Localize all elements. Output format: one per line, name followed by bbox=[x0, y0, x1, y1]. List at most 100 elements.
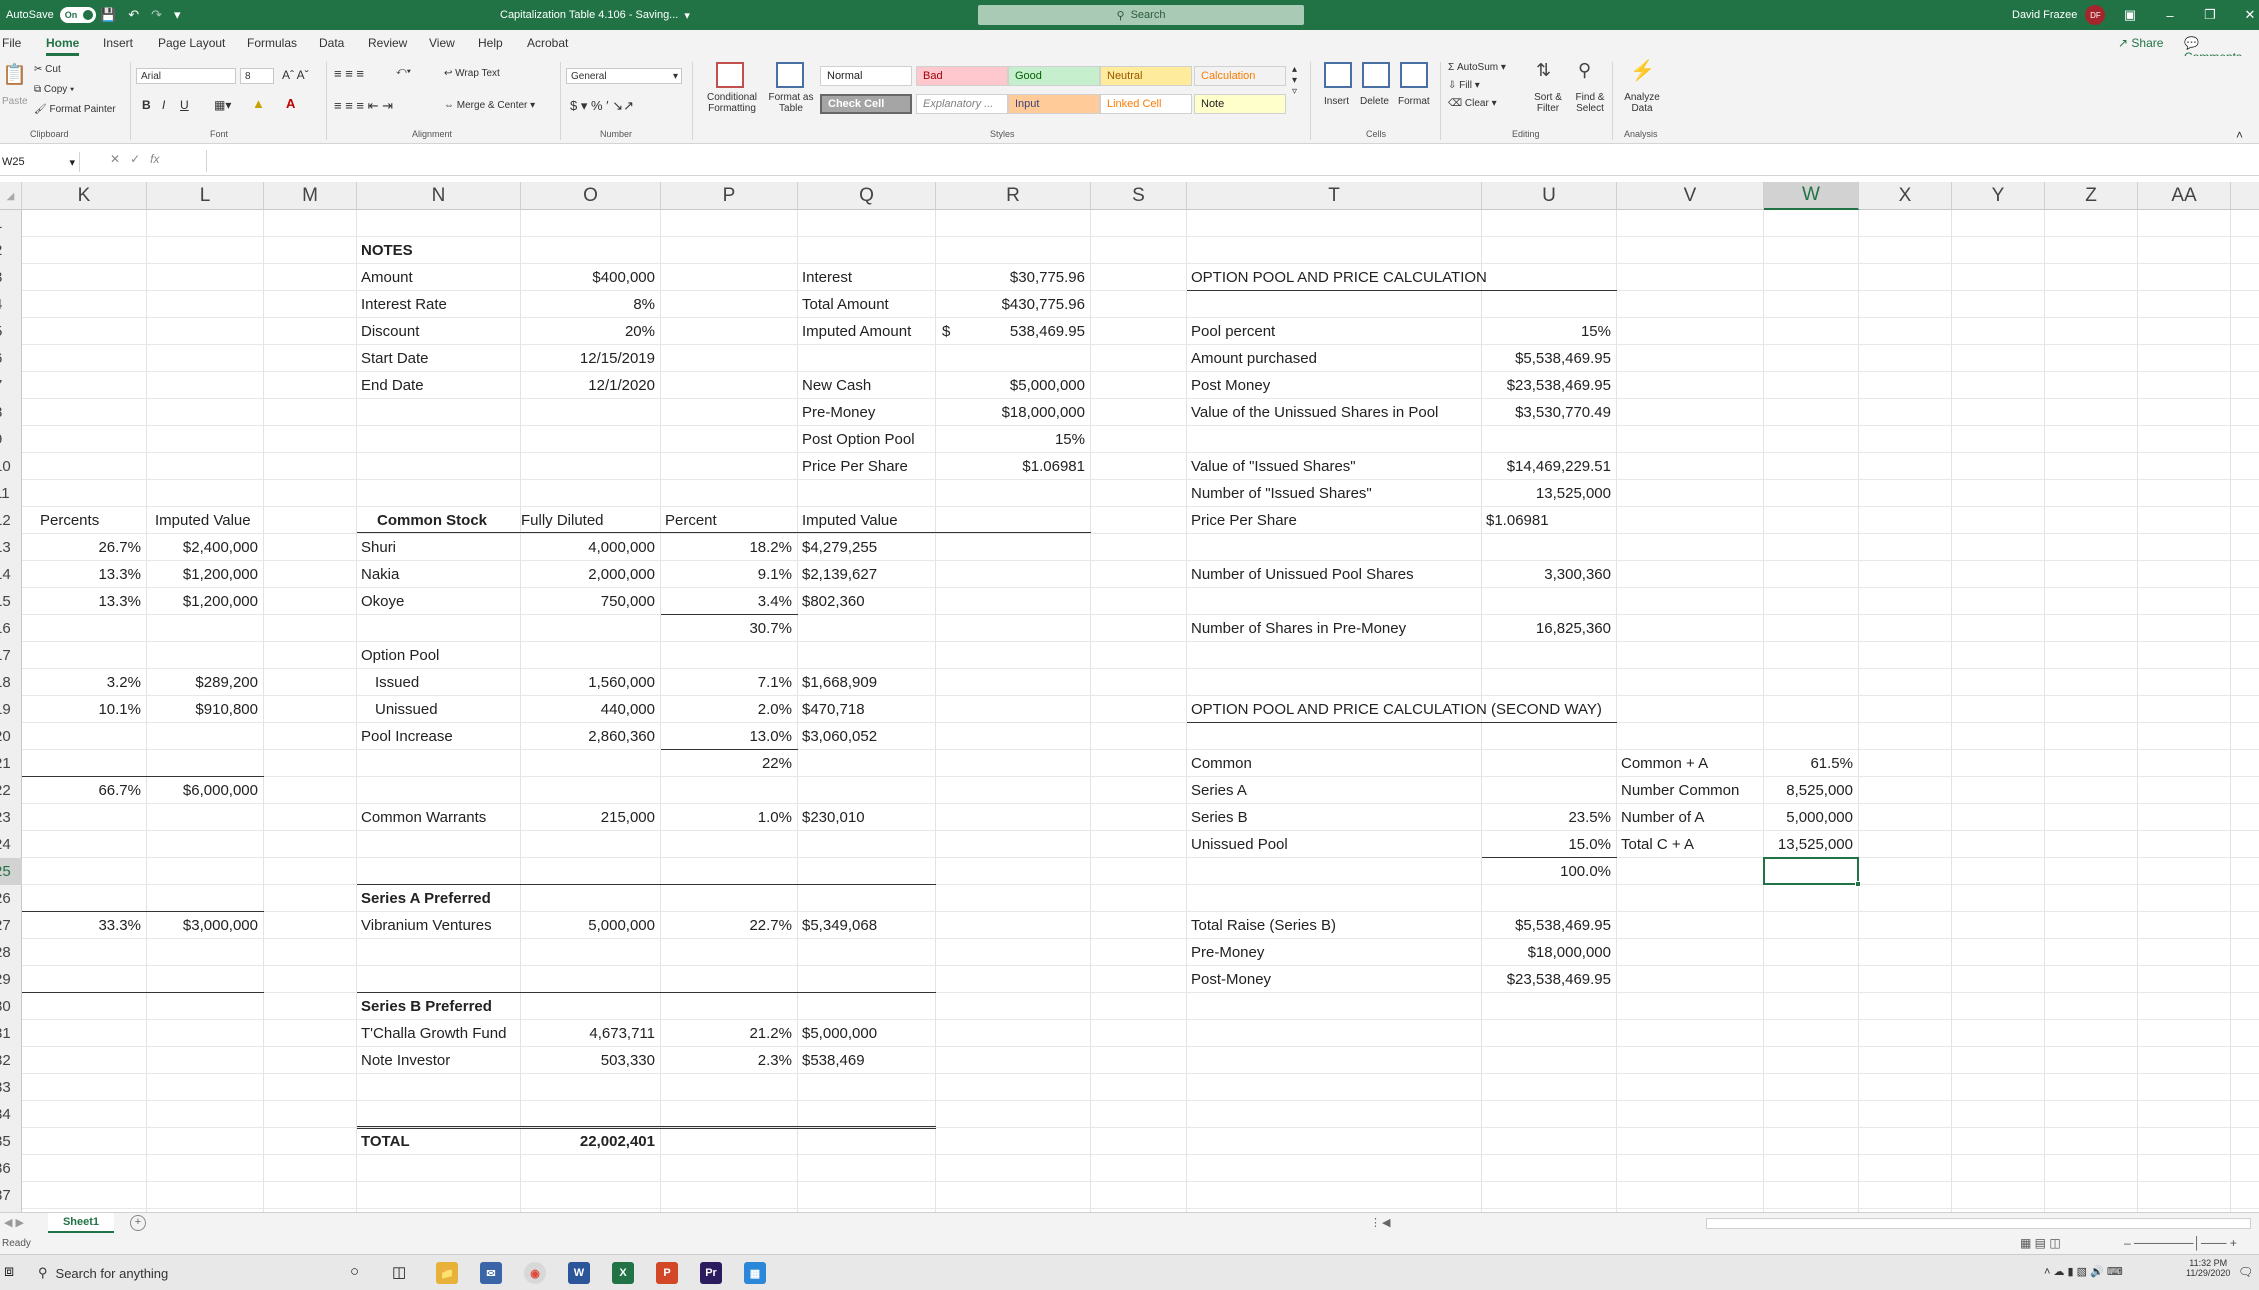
row-header-10[interactable]: 10 bbox=[0, 453, 22, 480]
cell-q12[interactable]: Imputed Value bbox=[802, 507, 898, 534]
cell-n35[interactable]: TOTAL bbox=[361, 1128, 410, 1155]
cell-r7[interactable]: $5,000,000 bbox=[936, 372, 1085, 399]
row-header-14[interactable]: 14 bbox=[0, 561, 22, 588]
cell-n15[interactable]: Okoye bbox=[361, 588, 404, 615]
cell-o7[interactable]: 12/1/2020 bbox=[521, 372, 655, 399]
sort-filter-button[interactable]: Sort & Filter bbox=[1528, 92, 1568, 114]
row-header-22[interactable]: 22 bbox=[0, 777, 22, 804]
format-painter-button[interactable]: 🖌 Format Painter bbox=[34, 104, 116, 115]
row-header-3[interactable]: 3 bbox=[0, 264, 22, 291]
cell-u6[interactable]: $5,538,469.95 bbox=[1482, 345, 1611, 372]
cell-v24[interactable]: Total C + A bbox=[1621, 831, 1694, 858]
cell-k18[interactable]: 3.2% bbox=[22, 669, 141, 696]
row-header-23[interactable]: 23 bbox=[0, 804, 22, 831]
cell-p18[interactable]: 7.1% bbox=[661, 669, 792, 696]
style-good[interactable]: Good bbox=[1008, 66, 1100, 86]
style-normal[interactable]: Normal bbox=[820, 66, 912, 86]
row-header-37[interactable]: 37 bbox=[0, 1182, 22, 1209]
cell-p27[interactable]: 22.7% bbox=[661, 912, 792, 939]
taskbar-search[interactable]: ⚲ Search for anything bbox=[38, 1261, 338, 1285]
cell-n23[interactable]: Common Warrants bbox=[361, 804, 486, 831]
cancel-formula-icon[interactable]: ✕ bbox=[110, 152, 120, 166]
row-header-4[interactable]: 4 bbox=[0, 291, 22, 318]
cell-p21[interactable]: 22% bbox=[661, 750, 792, 777]
cell-n3[interactable]: Amount bbox=[361, 264, 413, 291]
cell-n31[interactable]: T'Challa Growth Fund bbox=[361, 1020, 506, 1047]
fill-button[interactable]: ⇩ Fill ▾ bbox=[1448, 80, 1480, 91]
row-header-33[interactable]: 33 bbox=[0, 1074, 22, 1101]
cell-q27[interactable]: $5,349,068 bbox=[802, 912, 877, 939]
style-check-cell[interactable]: Check Cell bbox=[820, 94, 912, 114]
paste-icon[interactable]: 📋 bbox=[2, 62, 27, 87]
cell-q32[interactable]: $538,469 bbox=[802, 1047, 865, 1074]
cell-p19[interactable]: 2.0% bbox=[661, 696, 792, 723]
sort-filter-icon[interactable]: ⇅ bbox=[1536, 60, 1551, 81]
cortana-icon[interactable]: ○ bbox=[350, 1263, 359, 1280]
cell-l22[interactable]: $6,000,000 bbox=[147, 777, 258, 804]
system-tray-icons[interactable]: ˄ ☁ ▮ ▧ 🔊 ⌨ bbox=[2044, 1265, 2123, 1278]
column-header-t[interactable]: T bbox=[1187, 182, 1482, 210]
cell-k13[interactable]: 26.7% bbox=[22, 534, 141, 561]
row-header-7[interactable]: 7 bbox=[0, 372, 22, 399]
cell-p16[interactable]: 30.7% bbox=[661, 615, 792, 642]
merge-center-button[interactable]: ⇔ Merge & Center ▾ bbox=[444, 100, 535, 111]
cell-q19[interactable]: $470,718 bbox=[802, 696, 865, 723]
close-icon[interactable]: ✕ bbox=[2230, 7, 2259, 23]
sheet-tab[interactable]: Sheet1 bbox=[48, 1213, 114, 1233]
menu-page-layout[interactable]: Page Layout bbox=[158, 36, 225, 50]
cell-q4[interactable]: Total Amount bbox=[802, 291, 889, 318]
menu-acrobat[interactable]: Acrobat bbox=[527, 36, 568, 50]
cell-p20[interactable]: 13.0% bbox=[661, 723, 792, 750]
column-header-y[interactable]: Y bbox=[1952, 182, 2045, 210]
cell-t27[interactable]: Total Raise (Series B) bbox=[1191, 912, 1336, 939]
cell-u24[interactable]: 15.0% bbox=[1482, 831, 1611, 858]
row-header-17[interactable]: 17 bbox=[0, 642, 22, 669]
cell-q13[interactable]: $4,279,255 bbox=[802, 534, 877, 561]
menu-review[interactable]: Review bbox=[368, 36, 407, 50]
row-header-9[interactable]: 9 bbox=[0, 426, 22, 453]
cell-k22[interactable]: 66.7% bbox=[22, 777, 141, 804]
cell-q10[interactable]: Price Per Share bbox=[802, 453, 908, 480]
cell-t22[interactable]: Series A bbox=[1191, 777, 1247, 804]
underline-button[interactable]: U bbox=[180, 98, 189, 112]
formula-input[interactable] bbox=[206, 150, 2256, 172]
menu-formulas[interactable]: Formulas bbox=[247, 36, 297, 50]
cell-t29[interactable]: Post-Money bbox=[1191, 966, 1271, 993]
cell-o13[interactable]: 4,000,000 bbox=[521, 534, 655, 561]
row-header-21[interactable]: 21 bbox=[0, 750, 22, 777]
cell-r3[interactable]: $30,775.96 bbox=[936, 264, 1085, 291]
cell-q23[interactable]: $230,010 bbox=[802, 804, 865, 831]
cell-n2[interactable]: NOTES bbox=[361, 237, 413, 264]
cell-o35[interactable]: 22,002,401 bbox=[521, 1128, 655, 1155]
cell-u5[interactable]: 15% bbox=[1482, 318, 1611, 345]
column-header-r[interactable]: R bbox=[936, 182, 1091, 210]
cell-l19[interactable]: $910,800 bbox=[147, 696, 258, 723]
cell-p23[interactable]: 1.0% bbox=[661, 804, 792, 831]
select-all-corner[interactable]: ◢ bbox=[0, 182, 22, 210]
cell-p12[interactable]: Percent bbox=[665, 507, 717, 534]
menu-home[interactable]: Home bbox=[46, 36, 80, 56]
scroll-left-icon[interactable]: ◀ bbox=[1382, 1216, 1390, 1229]
cell-q20[interactable]: $3,060,052 bbox=[802, 723, 877, 750]
cell-u7[interactable]: $23,538,469.95 bbox=[1482, 372, 1611, 399]
cell-t11[interactable]: Number of "Issued Shares" bbox=[1191, 480, 1372, 507]
cell-u29[interactable]: $23,538,469.95 bbox=[1482, 966, 1611, 993]
cell-l27[interactable]: $3,000,000 bbox=[147, 912, 258, 939]
user-name[interactable]: David Frazee bbox=[2012, 9, 2077, 21]
font-size-select[interactable]: 8 bbox=[240, 68, 274, 84]
column-header-q[interactable]: Q bbox=[798, 182, 936, 210]
cell-v23[interactable]: Number of A bbox=[1621, 804, 1704, 831]
worksheet-grid[interactable]: ◢KLMNOPQRSTUVWXYZAAAB 123456789101112131… bbox=[0, 182, 2259, 1212]
cell-u12[interactable]: $1.06981 bbox=[1486, 507, 1549, 534]
row-header-13[interactable]: 13 bbox=[0, 534, 22, 561]
analyze-data-button[interactable]: Analyze Data bbox=[1620, 92, 1664, 114]
selected-cell[interactable] bbox=[1763, 857, 1861, 887]
italic-button[interactable]: I bbox=[162, 98, 165, 112]
delete-cells-button[interactable]: Delete bbox=[1360, 96, 1389, 107]
cell-q9[interactable]: Post Option Pool bbox=[802, 426, 915, 453]
cell-o5[interactable]: 20% bbox=[521, 318, 655, 345]
cut-button[interactable]: ✂ Cut bbox=[34, 64, 61, 75]
row-header-32[interactable]: 32 bbox=[0, 1047, 22, 1074]
copy-button[interactable]: ⧉ Copy ▾ bbox=[34, 84, 74, 95]
title-search-box[interactable]: ⚲ Search bbox=[978, 5, 1304, 25]
